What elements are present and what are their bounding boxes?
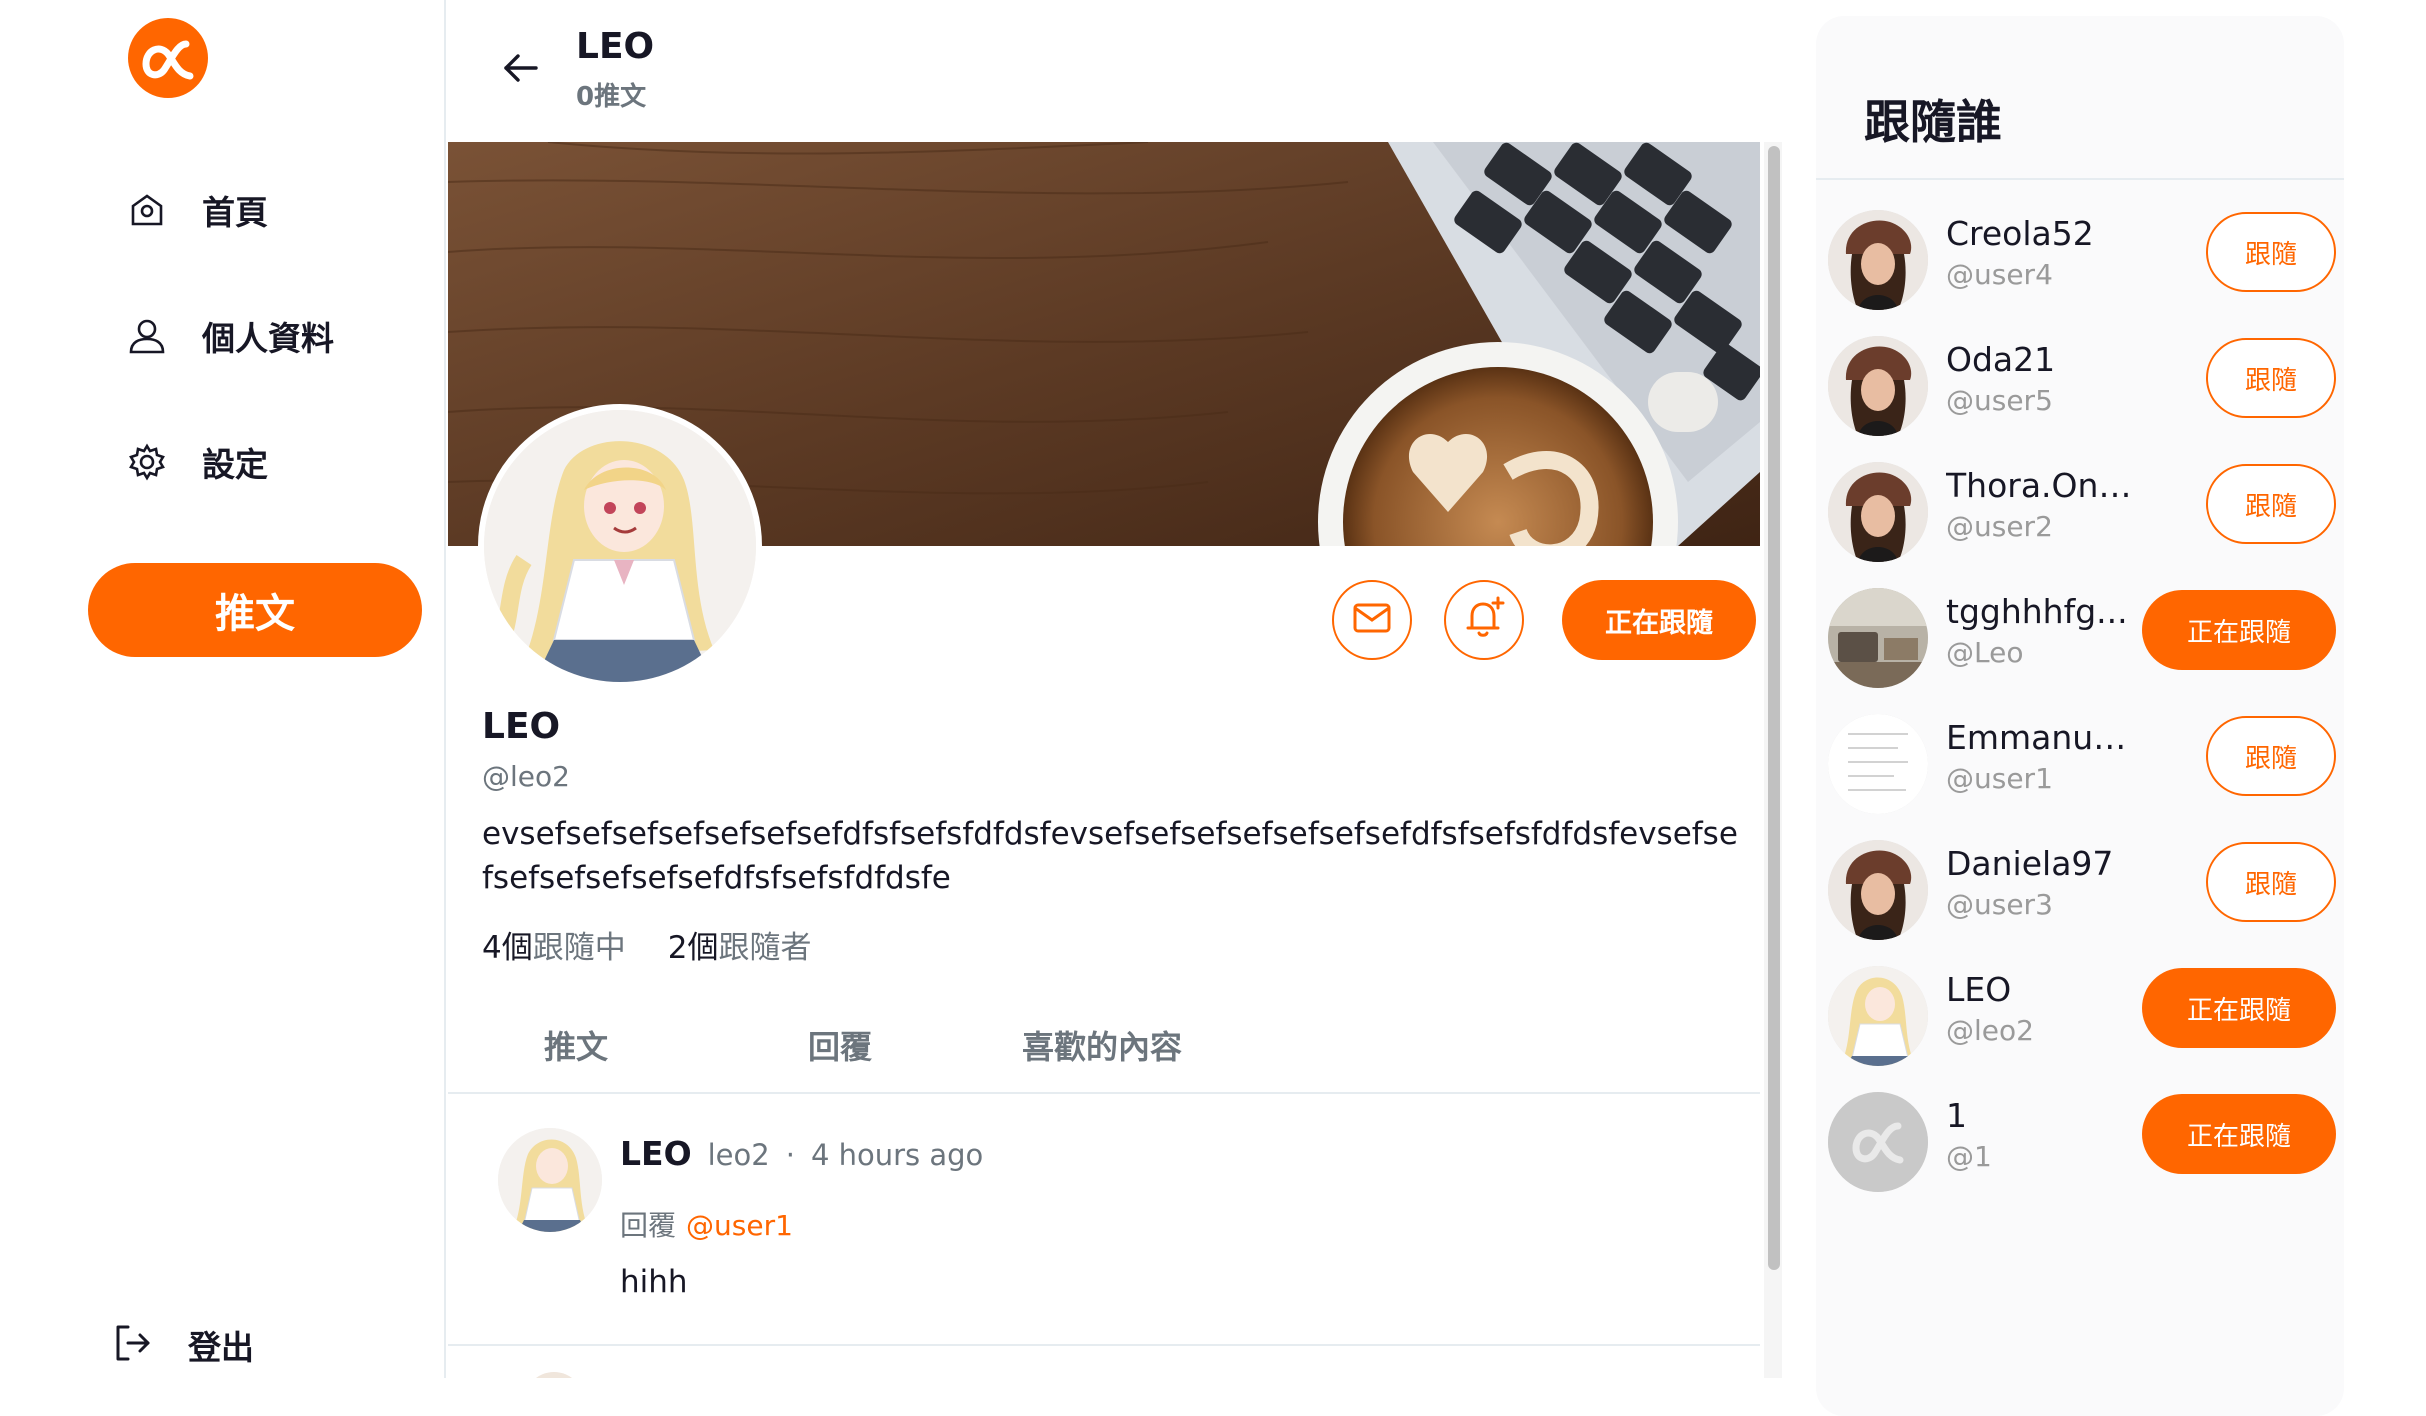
- user-handle: @user4: [1946, 258, 2053, 291]
- profile-bio: evsefsefsefsefsefsefsefdfsfsefsfdfdsfevs…: [482, 816, 1738, 896]
- suggested-user-row[interactable]: tgghhhfg... @Leo 正在跟隨: [1816, 572, 2344, 698]
- back-arrow-icon[interactable]: [498, 46, 542, 90]
- user-avatar[interactable]: [1828, 210, 1928, 310]
- next-post-avatar[interactable]: [524, 1372, 584, 1378]
- header-tweet-count: 0推文: [576, 82, 647, 112]
- following-count: 4個: [482, 930, 533, 966]
- nav-profile[interactable]: 個人資料: [124, 306, 334, 366]
- post-avatar[interactable]: [498, 1128, 602, 1232]
- user-name[interactable]: 1: [1946, 1096, 2146, 1135]
- suggested-user-row[interactable]: Daniela97 @user3 跟隨: [1816, 824, 2344, 950]
- post-author-name: LEO: [620, 1134, 692, 1173]
- main-column: LEO 0推文 正在跟隨 LEO @leo2 evsefsefsefsefsef…: [448, 0, 1784, 1378]
- nav-settings-label: 設定: [202, 445, 268, 484]
- user-avatar[interactable]: [1828, 1092, 1928, 1192]
- who-to-follow-panel: 跟隨誰 Creola52 @user4 跟隨 Oda21 @user5 跟隨 Thora.O…: [1816, 16, 2344, 1416]
- user-handle: @user2: [1946, 510, 2053, 543]
- post-dot: ·: [785, 1138, 795, 1172]
- mail-icon: [1350, 596, 1394, 644]
- tab-tweets[interactable]: 推文: [544, 1022, 608, 1068]
- post-header: LEO leo2 · 4 hours ago: [620, 1134, 983, 1173]
- followers-stat[interactable]: 2個跟隨者: [668, 922, 812, 967]
- suggested-user-row[interactable]: Oda21 @user5 跟隨: [1816, 320, 2344, 446]
- unfollow-button[interactable]: 正在跟隨: [2142, 968, 2336, 1048]
- user-name[interactable]: LEO: [1946, 970, 2146, 1009]
- follow-button[interactable]: 跟隨: [2206, 338, 2336, 418]
- following-button[interactable]: 正在跟隨: [1562, 580, 1756, 660]
- post-reply-context: 回覆 @user1: [620, 1204, 793, 1244]
- user-avatar[interactable]: [1828, 462, 1928, 562]
- follow-button[interactable]: 跟隨: [2206, 464, 2336, 544]
- profile-tabs: 推文 回覆 喜歡的內容: [448, 1008, 1760, 1094]
- user-icon: [124, 313, 170, 359]
- user-avatar[interactable]: [1828, 336, 1928, 436]
- suggested-user-row[interactable]: Emmanuel... @user1 跟隨: [1816, 698, 2344, 824]
- notify-button[interactable]: [1444, 580, 1524, 660]
- user-name[interactable]: Oda21: [1946, 340, 2146, 379]
- user-handle: @leo2: [1946, 1014, 2034, 1047]
- user-avatar[interactable]: [1828, 588, 1928, 688]
- profile-stats: 4個跟隨中 2個跟隨者: [482, 922, 811, 967]
- reply-mention-link[interactable]: @user1: [686, 1209, 793, 1242]
- right-panel: 跟隨誰 Creola52 @user4 跟隨 Oda21 @user5 跟隨 Thora.O…: [1796, 0, 2426, 1416]
- user-name[interactable]: Thora.Ond...: [1946, 466, 2146, 505]
- profile-avatar[interactable]: [478, 404, 762, 688]
- post-author-handle: leo2: [707, 1138, 770, 1172]
- message-button[interactable]: [1332, 580, 1412, 660]
- post-timestamp: 4 hours ago: [810, 1138, 984, 1172]
- user-name[interactable]: tgghhhfg...: [1946, 592, 2146, 631]
- user-handle: @1: [1946, 1140, 1992, 1173]
- nav-settings[interactable]: 設定: [124, 432, 268, 492]
- logout-icon: [110, 1321, 154, 1369]
- profile-handle: @leo2: [482, 760, 570, 793]
- post-body: hihh: [620, 1264, 688, 1300]
- left-sidebar: 首頁 個人資料 設定 推文 登出: [0, 0, 446, 1378]
- nav-home-label: 首頁: [202, 193, 268, 232]
- profile-header-bar: LEO 0推文: [448, 0, 1784, 142]
- followers-count: 2個: [667, 930, 719, 966]
- panel-divider: [1816, 178, 2344, 180]
- tab-likes[interactable]: 喜歡的內容: [1022, 1022, 1182, 1068]
- user-handle: @user5: [1946, 384, 2053, 417]
- logout-label: 登出: [188, 1328, 254, 1367]
- who-to-follow-title: 跟隨誰: [1864, 95, 2002, 149]
- user-avatar[interactable]: [1828, 966, 1928, 1066]
- following-stat[interactable]: 4個跟隨中: [482, 922, 626, 967]
- header-name: LEO: [576, 26, 655, 67]
- unfollow-button[interactable]: 正在跟隨: [2142, 1094, 2336, 1174]
- user-handle: @user1: [1946, 762, 2053, 795]
- user-name[interactable]: Creola52: [1946, 214, 2146, 253]
- user-avatar[interactable]: [1828, 714, 1928, 814]
- following-label: 跟隨中: [532, 930, 626, 966]
- unfollow-button[interactable]: 正在跟隨: [2142, 590, 2336, 670]
- nav-profile-label: 個人資料: [202, 319, 334, 358]
- home-icon: [124, 187, 170, 233]
- logout-button[interactable]: 登出: [110, 1316, 254, 1374]
- suggested-user-row[interactable]: Thora.Ond... @user2 跟隨: [1816, 446, 2344, 572]
- scrollbar-thumb[interactable]: [1768, 146, 1780, 1270]
- suggested-user-row[interactable]: 1 @1 正在跟隨: [1816, 1076, 2344, 1202]
- follow-button[interactable]: 跟隨: [2206, 842, 2336, 922]
- reply-prefix: 回覆: [620, 1209, 677, 1242]
- user-avatar[interactable]: [1828, 840, 1928, 940]
- follow-button[interactable]: 跟隨: [2206, 716, 2336, 796]
- bell-plus-icon: [1460, 594, 1508, 646]
- nav-home[interactable]: 首頁: [124, 180, 268, 240]
- followers-label: 跟隨者: [718, 930, 812, 966]
- reply-post[interactable]: LEO leo2 · 4 hours ago 回覆 @user1 hihh: [448, 1094, 1760, 1346]
- alpha-logo-icon[interactable]: [124, 14, 212, 102]
- profile-name: LEO: [482, 706, 561, 747]
- user-name[interactable]: Daniela97: [1946, 844, 2146, 883]
- suggested-user-row[interactable]: LEO @leo2 正在跟隨: [1816, 950, 2344, 1076]
- gear-icon: [124, 439, 170, 485]
- tab-replies[interactable]: 回覆: [808, 1022, 872, 1068]
- user-handle: @user3: [1946, 888, 2053, 921]
- follow-button[interactable]: 跟隨: [2206, 212, 2336, 292]
- user-name[interactable]: Emmanuel...: [1946, 718, 2146, 757]
- tweet-button[interactable]: 推文: [88, 563, 422, 657]
- user-handle: @Leo: [1946, 636, 2024, 669]
- suggested-user-row[interactable]: Creola52 @user4 跟隨: [1816, 194, 2344, 320]
